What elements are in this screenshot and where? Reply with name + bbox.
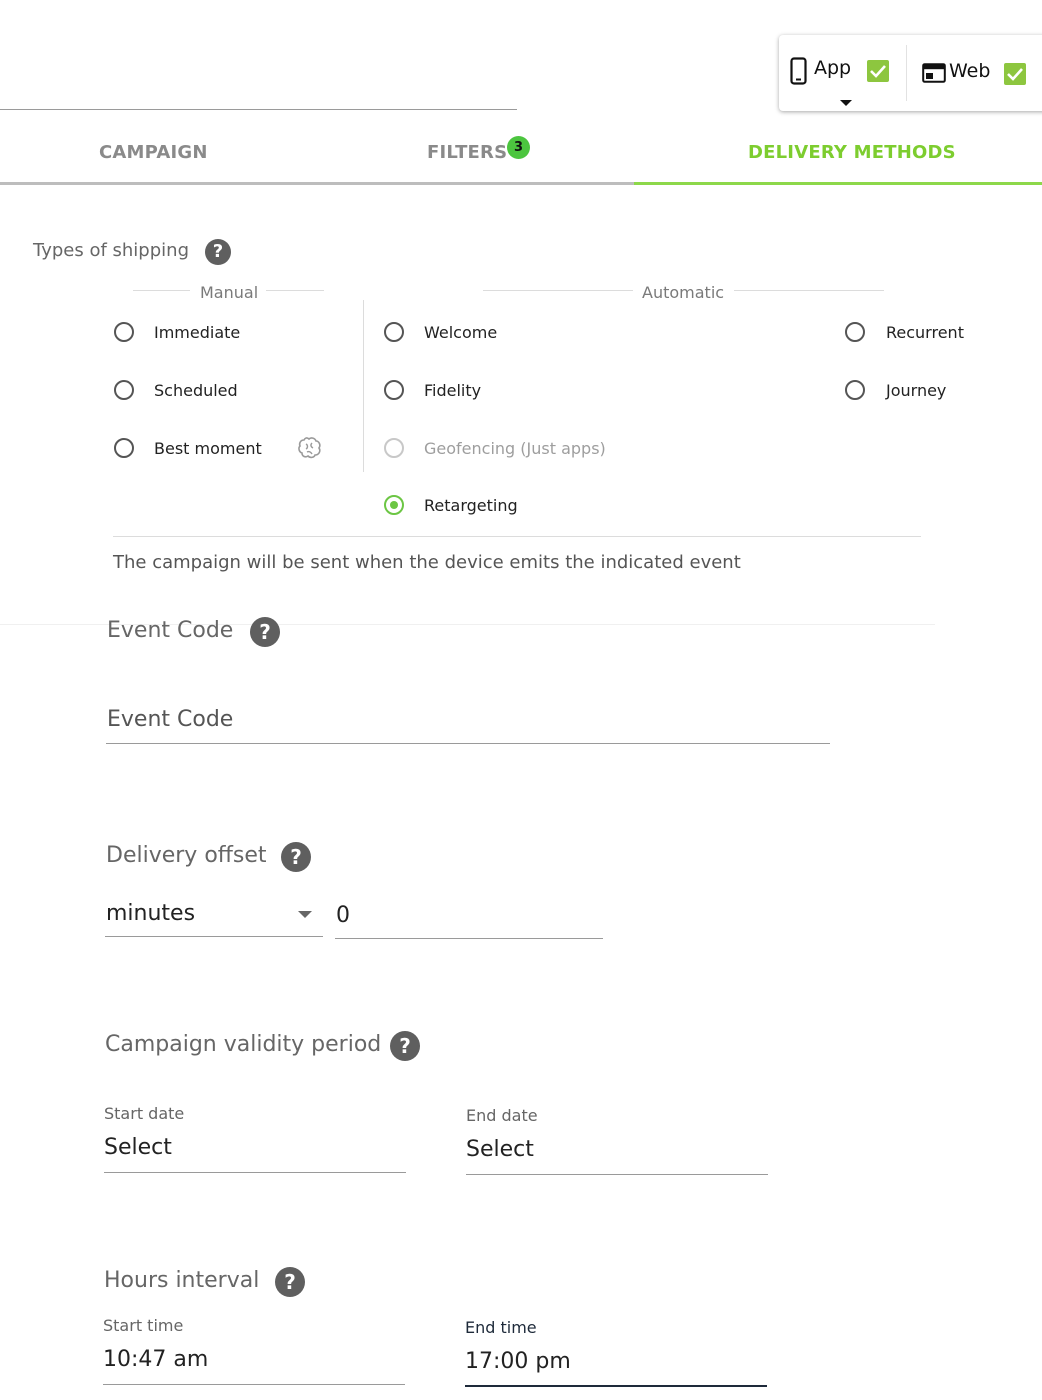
filters-count-badge: 3 bbox=[507, 136, 530, 159]
web-checkbox[interactable] bbox=[1004, 63, 1026, 85]
radio-best-moment[interactable]: Best moment bbox=[114, 438, 274, 460]
header-divider bbox=[0, 109, 517, 110]
platform-selector: App Web bbox=[779, 35, 1042, 111]
offset-value-underline bbox=[335, 938, 603, 939]
radio-circle[interactable] bbox=[384, 322, 404, 342]
radio-immediate[interactable]: Immediate bbox=[114, 322, 264, 344]
radio-recurrent[interactable]: Recurrent bbox=[845, 322, 995, 344]
radio-circle[interactable] bbox=[845, 322, 865, 342]
radio-circle[interactable] bbox=[114, 438, 134, 458]
radio-circle[interactable] bbox=[114, 380, 134, 400]
radio-fidelity-label: Fidelity bbox=[424, 381, 482, 400]
start-date-label: Start date bbox=[104, 1104, 185, 1123]
end-time-value: 17:00 pm bbox=[465, 1349, 571, 1374]
platform-divider bbox=[906, 45, 907, 101]
app-label: App bbox=[814, 57, 852, 79]
check-icon bbox=[870, 65, 886, 78]
hours-help-icon[interactable]: ? bbox=[275, 1267, 305, 1297]
web-label: Web bbox=[949, 60, 991, 82]
options-divider bbox=[113, 536, 921, 537]
delivery-offset-help-icon[interactable]: ? bbox=[281, 842, 311, 872]
offset-value-input[interactable]: 0 bbox=[335, 898, 603, 940]
hours-title: Hours interval bbox=[104, 1268, 260, 1293]
start-date-input[interactable]: Select bbox=[104, 1130, 406, 1174]
check-icon bbox=[1007, 68, 1023, 81]
radio-welcome[interactable]: Welcome bbox=[384, 322, 544, 344]
offset-unit-value: minutes bbox=[106, 901, 196, 926]
validity-title: Campaign validity period bbox=[105, 1032, 382, 1057]
radio-scheduled[interactable]: Scheduled bbox=[114, 380, 264, 402]
start-time-underline bbox=[103, 1384, 405, 1385]
end-time-label: End time bbox=[465, 1318, 537, 1337]
event-code-input[interactable]: Event Code bbox=[106, 700, 830, 746]
radio-journey[interactable]: Journey bbox=[845, 380, 995, 402]
tab-campaign[interactable]: CAMPAIGN bbox=[99, 142, 208, 163]
event-code-help-icon[interactable]: ? bbox=[250, 617, 280, 647]
start-time-value: 10:47 am bbox=[103, 1347, 209, 1372]
radio-geofencing: Geofencing (Just apps) bbox=[384, 438, 624, 460]
radio-recurrent-label: Recurrent bbox=[886, 323, 964, 342]
manual-line-left bbox=[133, 290, 190, 291]
offset-unit-select[interactable]: minutes bbox=[105, 896, 323, 938]
end-date-label: End date bbox=[466, 1106, 538, 1125]
radio-circle-checked[interactable] bbox=[384, 495, 404, 515]
radio-immediate-label: Immediate bbox=[154, 323, 241, 342]
radio-circle[interactable] bbox=[114, 322, 134, 342]
chevron-down-icon bbox=[298, 911, 312, 918]
event-code-underline bbox=[106, 743, 830, 744]
browser-window-icon bbox=[922, 63, 946, 87]
end-time-underline bbox=[465, 1385, 767, 1387]
automatic-group-label: Automatic bbox=[642, 283, 725, 302]
radio-circle[interactable] bbox=[845, 380, 865, 400]
event-code-placeholder: Event Code bbox=[107, 707, 234, 732]
manual-line-right bbox=[266, 290, 324, 291]
delivery-offset-title: Delivery offset bbox=[106, 843, 267, 868]
tab-filters[interactable]: FILTERS bbox=[427, 142, 507, 163]
radio-fidelity[interactable]: Fidelity bbox=[384, 380, 544, 402]
manual-automatic-divider bbox=[363, 300, 364, 472]
offset-value: 0 bbox=[336, 903, 350, 928]
app-checkbox[interactable] bbox=[867, 60, 889, 82]
radio-journey-label: Journey bbox=[886, 381, 947, 400]
platform-dropdown-caret-icon[interactable] bbox=[840, 100, 852, 106]
radio-circle[interactable] bbox=[384, 380, 404, 400]
start-date-underline bbox=[104, 1172, 406, 1173]
phone-icon bbox=[790, 57, 807, 89]
radio-retargeting[interactable]: Retargeting bbox=[384, 495, 544, 517]
start-time-label: Start time bbox=[103, 1316, 184, 1335]
radio-retargeting-label: Retargeting bbox=[424, 496, 518, 515]
start-time-input[interactable]: 10:47 am bbox=[103, 1342, 405, 1386]
validity-help-icon[interactable]: ? bbox=[390, 1031, 420, 1061]
radio-best-moment-label: Best moment bbox=[154, 439, 262, 458]
end-time-input[interactable]: 17:00 pm bbox=[465, 1344, 767, 1388]
radio-scheduled-label: Scheduled bbox=[154, 381, 238, 400]
event-code-title: Event Code bbox=[107, 618, 234, 643]
radio-circle-disabled bbox=[384, 438, 404, 458]
active-tab-indicator bbox=[634, 182, 1042, 185]
shipping-help-icon[interactable]: ? bbox=[205, 239, 231, 265]
shipping-description: The campaign will be sent when the devic… bbox=[113, 552, 741, 573]
radio-geofencing-label: Geofencing (Just apps) bbox=[424, 439, 606, 458]
end-date-input[interactable]: Select bbox=[466, 1132, 768, 1176]
offset-unit-underline bbox=[105, 936, 323, 937]
radio-welcome-label: Welcome bbox=[424, 323, 498, 342]
brain-icon bbox=[297, 436, 323, 464]
tab-delivery-methods[interactable]: DELIVERY METHODS bbox=[748, 142, 956, 163]
start-date-value: Select bbox=[104, 1135, 172, 1160]
manual-group-label: Manual bbox=[200, 283, 259, 302]
automatic-line-left bbox=[483, 290, 633, 291]
end-date-underline bbox=[466, 1174, 768, 1175]
shipping-title: Types of shipping bbox=[33, 240, 189, 261]
end-date-value: Select bbox=[466, 1137, 534, 1162]
automatic-line-right bbox=[734, 290, 884, 291]
